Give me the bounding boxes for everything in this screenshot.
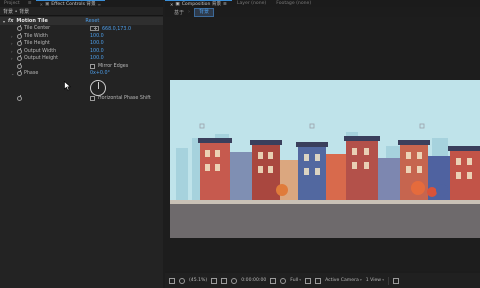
chevron-right-icon[interactable]: › xyxy=(11,49,13,54)
comp-breadcrumb-current[interactable]: 背景 xyxy=(194,7,215,17)
divider xyxy=(388,276,389,285)
magnification-icon[interactable] xyxy=(179,277,185,284)
mirror-edges-checkbox[interactable]: Mirror Edges xyxy=(90,63,129,69)
mouse-cursor-icon xyxy=(64,81,71,91)
transparency-grid-icon[interactable] xyxy=(315,277,322,284)
tab-effect-controls[interactable]: ✕ ▣ Effect Controls 背景 ≡ xyxy=(35,0,105,7)
output-width-value[interactable]: 100.0 xyxy=(90,49,104,54)
chevron-right-icon[interactable]: › xyxy=(11,56,13,61)
stopwatch-icon[interactable] xyxy=(17,62,22,69)
phase-value[interactable]: 0x+0.0° xyxy=(90,71,110,76)
ground xyxy=(170,204,480,238)
viewer-bottom-toolbar: (45.1%) 0:00:00:00 Full Active Camera 1 … xyxy=(165,273,480,288)
checkbox-label: Horizontal Phase Shift xyxy=(98,95,151,101)
stopwatch-icon[interactable] xyxy=(17,32,22,39)
tab-menu-icon[interactable]: ≡ xyxy=(24,0,36,7)
property-row-phase: ⌄ Phase 0x+0.0° xyxy=(0,70,163,78)
chevron-down-icon[interactable]: ⌄ xyxy=(11,71,14,76)
stopwatch-icon[interactable] xyxy=(17,70,22,77)
property-row-tile-width: › Tile Width 100.0 xyxy=(0,32,163,41)
property-label: Output Height xyxy=(24,56,59,62)
show-channel-icon[interactable] xyxy=(280,277,287,284)
current-time[interactable]: 0:00:00:00 xyxy=(241,278,266,283)
chevron-right-icon[interactable]: › xyxy=(11,41,13,46)
sidewalk xyxy=(170,200,480,204)
horizontal-phase-shift-checkbox[interactable]: Horizontal Phase Shift xyxy=(90,95,151,101)
arrow-right-icon: › xyxy=(188,9,191,15)
comp-breadcrumb-parent[interactable]: 基于 xyxy=(174,9,184,16)
stopwatch-icon[interactable] xyxy=(17,55,22,62)
magnification-dropdown[interactable]: (45.1%) xyxy=(189,278,207,283)
panel-menu-icon[interactable]: ≡ xyxy=(98,2,101,7)
region-of-interest-icon[interactable] xyxy=(305,277,312,284)
view-layout-dropdown[interactable]: 1 View xyxy=(366,278,384,283)
composition-viewer[interactable] xyxy=(165,17,480,271)
fit-icon[interactable] xyxy=(211,277,218,284)
lock-icon[interactable]: ▣ xyxy=(175,2,179,7)
close-icon[interactable]: ✕ xyxy=(40,2,43,7)
chevron-right-icon[interactable]: › xyxy=(11,34,13,39)
checkbox-box[interactable] xyxy=(90,63,95,69)
tab-composition[interactable]: ✕ ▣ Composition 背景 ≡ xyxy=(165,0,232,7)
stopwatch-icon[interactable] xyxy=(17,94,22,101)
city-illustration xyxy=(170,80,480,238)
camera-dropdown[interactable]: Active Camera xyxy=(325,278,362,283)
composition-navigator: 基于 › 背景 xyxy=(165,7,480,17)
effect-controls-panel: Project ≡ ✕ ▣ Effect Controls 背景 ≡ 背景 • … xyxy=(0,0,163,288)
property-label: Tile Width xyxy=(24,33,48,39)
chevron-down-icon[interactable]: ▾ xyxy=(3,19,5,24)
output-height-value[interactable]: 100.0 xyxy=(90,56,104,61)
lock-icon[interactable]: ▣ xyxy=(45,2,49,7)
reset-button[interactable]: Reset xyxy=(85,18,99,24)
close-icon[interactable]: ✕ xyxy=(170,2,173,7)
stopwatch-icon[interactable] xyxy=(17,47,22,54)
property-row-output-height: › Output Height 100.0 xyxy=(0,55,163,63)
fast-previews-icon[interactable] xyxy=(392,277,399,284)
right-tab-bar: ✕ ▣ Composition 背景 ≡ Layer (none) Footag… xyxy=(165,0,480,7)
fx-toggle[interactable]: fx xyxy=(8,18,13,24)
property-label: Tile Center xyxy=(24,26,51,32)
tile-center-value[interactable]: 668.0,173.0 xyxy=(90,25,131,32)
tab-layer[interactable]: Layer (none) xyxy=(232,0,271,7)
property-label: Tile Height xyxy=(24,41,50,47)
composition-panel: ✕ ▣ Composition 背景 ≡ Layer (none) Footag… xyxy=(165,0,480,288)
property-row-tile-center: Tile Center 668.0,173.0 xyxy=(0,25,163,33)
property-row-mirror-edges: Mirror Edges xyxy=(0,62,163,71)
effect-name: Motion Tile xyxy=(16,18,48,24)
always-preview-icon[interactable] xyxy=(169,277,175,284)
grid-icon[interactable] xyxy=(221,277,228,284)
crosshair-icon[interactable] xyxy=(90,25,99,31)
effect-header-motion-tile[interactable]: ▾ fx Motion Tile Reset xyxy=(0,17,163,25)
panel-menu-icon[interactable]: ≡ xyxy=(223,2,227,7)
checkbox-label: Mirror Edges xyxy=(98,63,129,69)
property-row-output-width: › Output Width 100.0 xyxy=(0,47,163,56)
tile-height-value[interactable]: 100.0 xyxy=(90,41,104,46)
tab-footage[interactable]: Footage (none) xyxy=(271,0,316,7)
property-row-tile-height: › Tile Height 100.0 xyxy=(0,40,163,48)
property-label: Output Width xyxy=(24,48,57,54)
tile-width-value[interactable]: 100.0 xyxy=(90,34,104,39)
breadcrumb: 背景 • 背景 xyxy=(0,7,163,16)
property-label: Phase xyxy=(24,71,39,77)
property-row-horizontal-phase-shift: Horizontal Phase Shift xyxy=(0,94,163,103)
stopwatch-icon[interactable] xyxy=(17,40,22,47)
resolution-dropdown[interactable]: Full xyxy=(290,278,301,283)
snapshot-icon[interactable] xyxy=(270,277,277,284)
tab-project[interactable]: Project xyxy=(0,0,24,7)
checkbox-box[interactable] xyxy=(90,95,95,101)
left-tab-bar: Project ≡ ✕ ▣ Effect Controls 背景 ≡ xyxy=(0,0,163,7)
mask-visibility-icon[interactable] xyxy=(231,277,238,284)
stopwatch-icon[interactable] xyxy=(17,25,22,32)
